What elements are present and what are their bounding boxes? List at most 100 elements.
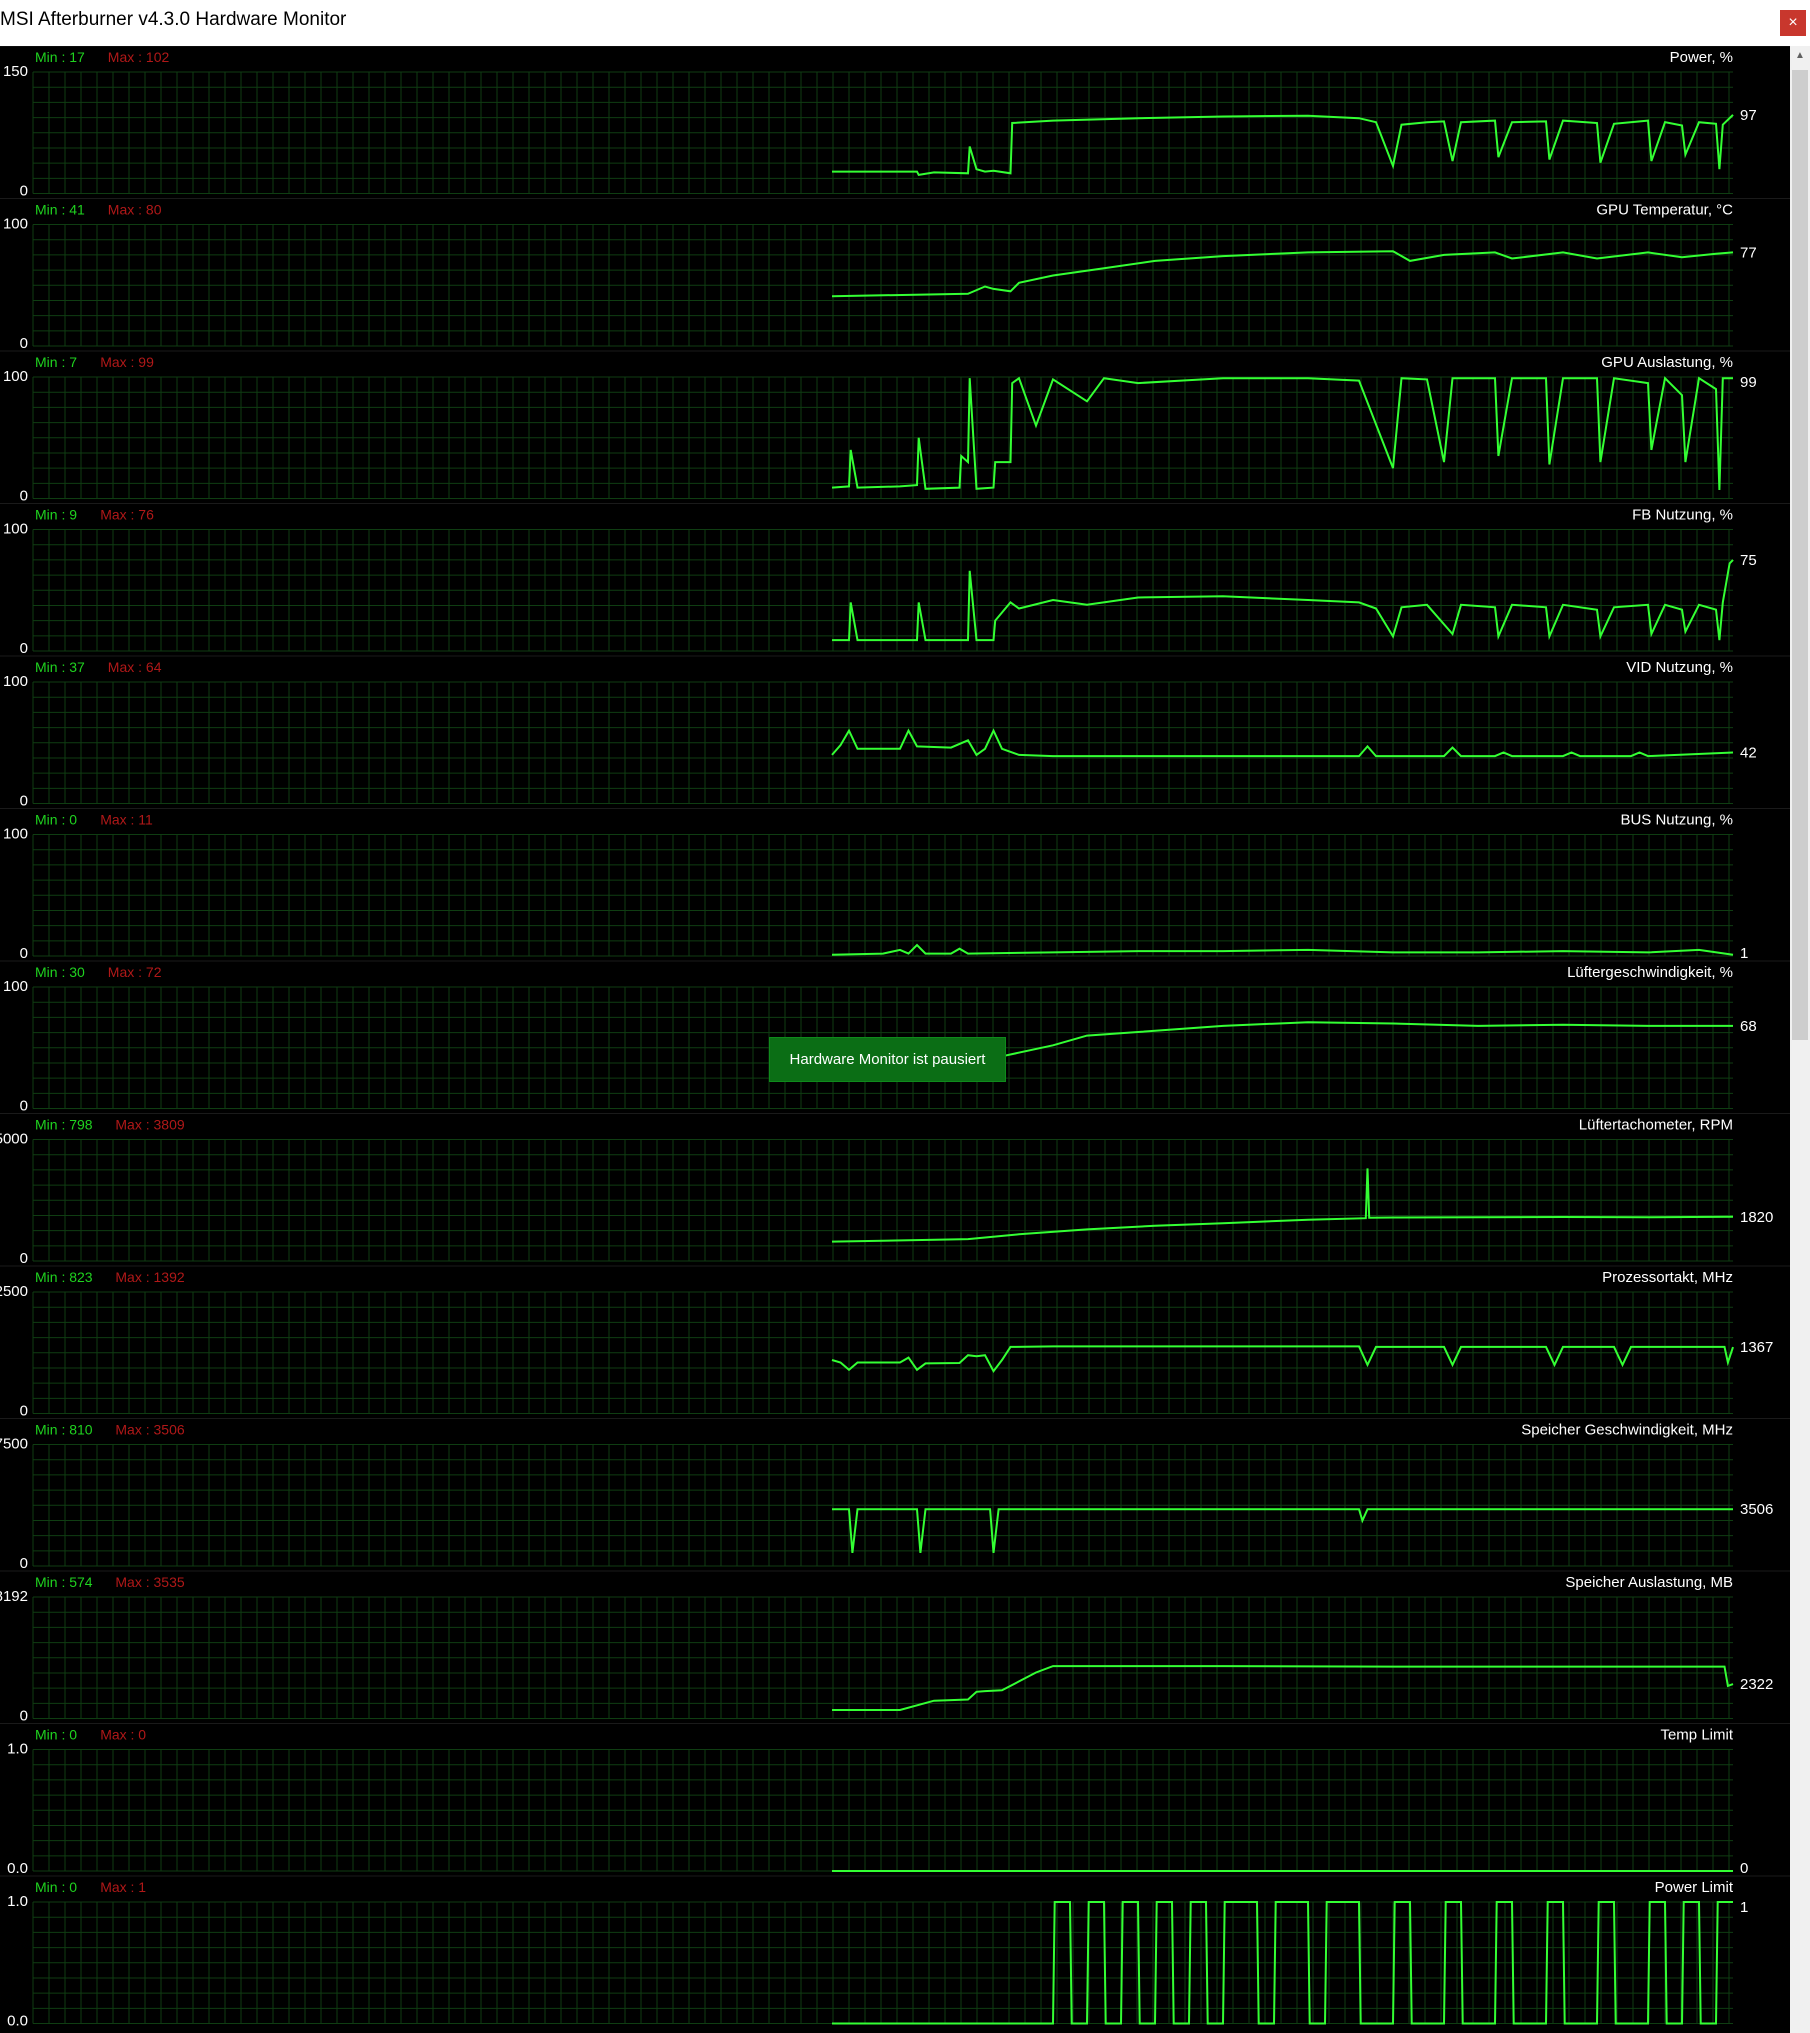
graph-grid (32, 681, 1733, 804)
graph-title: VID Nutzung, % (1626, 659, 1733, 676)
graph-title: BUS Nutzung, % (1620, 812, 1733, 829)
graph-grid (32, 1139, 1733, 1262)
close-button[interactable]: × (1780, 10, 1806, 36)
series-line (831, 728, 1734, 758)
graph-title: GPU Temperatur, °C (1596, 202, 1733, 219)
max-label: Max : 1 (100, 1879, 146, 1895)
graph-panel: Min : 823 Max : 1392 Prozessortakt, MHz 250… (0, 1265, 1790, 1420)
graph-panel: Min : 798 Max : 3809 Lüftertachometer, RPM… (0, 1113, 1790, 1267)
graph-grid (32, 71, 1733, 194)
max-label: Max : 72 (108, 964, 162, 980)
graph-title: Speicher Auslastung, MB (1565, 1574, 1733, 1591)
graph-panel: Min : 574 Max : 3535 Speicher Auslastung, … (0, 1570, 1790, 1725)
current-value: 97 (1740, 107, 1757, 124)
y-max-label: 100 (3, 978, 28, 995)
graph-panel: Min : 9 Max : 76 FB Nutzung, % 100 0 75 (0, 503, 1790, 657)
min-label: Min : 798 (35, 1117, 93, 1133)
min-label: Min : 17 (35, 49, 85, 65)
max-label: Max : 99 (100, 354, 154, 370)
paused-banner: Hardware Monitor ist pausiert (769, 1037, 1006, 1082)
graph-title: Temp Limit (1660, 1727, 1733, 1744)
y-max-label: 1.0 (7, 1741, 28, 1758)
min-label: Min : 810 (35, 1422, 93, 1438)
y-max-label: 100 (3, 368, 28, 385)
graph-grid (32, 1901, 1733, 2024)
min-label: Min : 9 (35, 507, 77, 523)
graph-panel: Min : 17 Max : 102 Power, % 150 0 97 (0, 46, 1790, 200)
series-line (832, 114, 1734, 177)
y-min-label: 0.0 (7, 2013, 28, 2030)
graph-title: Speicher Geschwindigkeit, MHz (1521, 1422, 1733, 1439)
y-max-label: 100 (3, 826, 28, 843)
scrollbar-thumb[interactable] (1792, 70, 1808, 1040)
y-max-label: 7500 (0, 1436, 28, 1453)
current-value: 77 (1740, 244, 1757, 261)
y-min-label: 0 (20, 1098, 28, 1115)
y-min-label: 0 (20, 1403, 28, 1420)
graph-grid (32, 834, 1733, 957)
max-label: Max : 0 (100, 1727, 146, 1743)
y-min-label: 0.0 (7, 1860, 28, 1877)
current-value: 3506 (1740, 1501, 1773, 1518)
vertical-scrollbar[interactable]: ▲ (1790, 46, 1810, 2033)
graph-panel: Min : 0 Max : 11 BUS Nutzung, % 100 0 1 (0, 808, 1790, 962)
title-bar: MSI Afterburner v4.3.0 Hardware Monitor … (0, 0, 1810, 46)
series-line (832, 559, 1734, 642)
y-max-label: 100 (3, 216, 28, 233)
series-line (831, 250, 1734, 298)
graph-title: Power, % (1670, 49, 1733, 66)
graph-title: Prozessortakt, MHz (1602, 1269, 1733, 1286)
graph-grid (32, 1444, 1733, 1567)
graph-grid (32, 1596, 1733, 1719)
y-max-label: 1.0 (7, 1893, 28, 1910)
y-min-label: 0 (20, 1555, 28, 1572)
series-line (831, 376, 1733, 491)
graph-title: Lüftertachometer, RPM (1579, 1117, 1733, 1134)
y-min-label: 0 (20, 335, 28, 352)
current-value: 0 (1740, 1860, 1748, 1877)
graph-panel: Min : 0 Max : 1 Power Limit 1.0 0.0 1 (0, 1875, 1790, 2030)
graph-title: FB Nutzung, % (1632, 507, 1733, 524)
current-value: 68 (1740, 1018, 1757, 1035)
current-value: 1367 (1740, 1339, 1773, 1356)
y-min-label: 0 (20, 183, 28, 200)
window-title: MSI Afterburner v4.3.0 Hardware Monitor (0, 9, 347, 30)
min-label: Min : 7 (35, 354, 77, 370)
y-min-label: 0 (20, 1708, 28, 1725)
max-label: Max : 80 (108, 202, 162, 218)
min-label: Min : 0 (35, 1879, 77, 1895)
max-label: Max : 11 (100, 812, 153, 828)
y-max-label: 100 (3, 673, 28, 690)
y-max-label: 8192 (0, 1588, 28, 1605)
min-label: Min : 30 (35, 964, 85, 980)
graph-grid (32, 1749, 1733, 1872)
current-value: 1 (1740, 1899, 1748, 1916)
graph-panel: Min : 7 Max : 99 GPU Auslastung, % 100 0 99 (0, 350, 1790, 505)
min-label: Min : 823 (35, 1269, 93, 1285)
graph-panel: Min : 37 Max : 64 VID Nutzung, % 100 0 42 (0, 655, 1790, 810)
graph-panel: Min : 0 Max : 0 Temp Limit 1.0 0.0 0 (0, 1723, 1790, 1877)
current-value: 99 (1740, 374, 1757, 391)
series-line (831, 943, 1734, 956)
graph-title: GPU Auslastung, % (1601, 354, 1733, 371)
graph-title: Lüftergeschwindigkeit, % (1567, 964, 1733, 981)
y-min-label: 0 (20, 488, 28, 505)
graph-panel: Min : 810 Max : 3506 Speicher Geschwindigk… (0, 1418, 1790, 1572)
y-max-label: 2500 (0, 1283, 28, 1300)
current-value: 1 (1740, 945, 1748, 962)
min-label: Min : 574 (35, 1574, 93, 1590)
min-label: Min : 0 (35, 1727, 77, 1743)
graph-grid (32, 224, 1733, 347)
max-label: Max : 3809 (115, 1117, 184, 1133)
graph-grid (32, 1291, 1733, 1414)
y-min-label: 0 (20, 640, 28, 657)
current-value: 75 (1740, 552, 1757, 569)
y-max-label: 100 (3, 521, 28, 538)
current-value: 42 (1740, 744, 1757, 761)
y-min-label: 0 (20, 1250, 28, 1267)
graph-grid (32, 376, 1733, 499)
current-value: 2322 (1740, 1676, 1773, 1693)
chevron-up-icon[interactable]: ▲ (1790, 46, 1810, 66)
graph-panel: Min : 41 Max : 80 GPU Temperatur, °C 100 0 77 (0, 198, 1790, 352)
close-icon: × (1788, 14, 1798, 31)
